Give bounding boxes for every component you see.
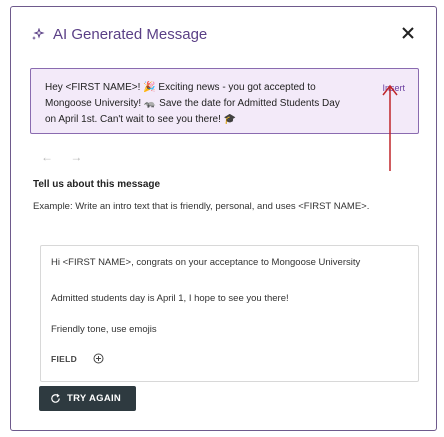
prompt-line: Admitted students day is April 1, I hope… xyxy=(51,293,289,304)
ai-message-dialog: AI Generated Message Hey <FIRST NAME>! 🎉… xyxy=(10,6,437,431)
annotation-arrow xyxy=(382,84,398,171)
try-again-button[interactable]: TRY AGAIN xyxy=(39,386,136,411)
generated-message-box: Hey <FIRST NAME>! 🎉 Exciting news - you … xyxy=(30,68,419,134)
message-navigation: ← → xyxy=(41,150,96,164)
close-icon[interactable] xyxy=(401,26,415,40)
field-button[interactable]: FIELD xyxy=(51,354,77,364)
arrow-left-icon[interactable]: ← xyxy=(41,150,53,164)
refresh-icon xyxy=(51,393,60,403)
try-again-label: TRY AGAIN xyxy=(67,393,122,404)
prompt-line: Friendly tone, use emojis xyxy=(51,324,157,335)
generated-message-text: Hey <FIRST NAME>! 🎉 Exciting news - you … xyxy=(45,82,340,125)
plus-circle-icon[interactable] xyxy=(93,353,104,364)
prompt-line: Hi <FIRST NAME>, congrats on your accept… xyxy=(51,257,361,268)
section-title: Tell us about this message xyxy=(33,179,161,190)
dialog-title: AI Generated Message xyxy=(53,26,208,43)
section-example: Example: Write an intro text that is fri… xyxy=(33,201,370,212)
prompt-input[interactable]: Hi <FIRST NAME>, congrats on your accept… xyxy=(40,245,419,382)
arrow-right-icon[interactable]: → xyxy=(70,150,82,164)
dialog-header: AI Generated Message xyxy=(11,7,436,61)
sparkle-icon xyxy=(32,28,45,40)
